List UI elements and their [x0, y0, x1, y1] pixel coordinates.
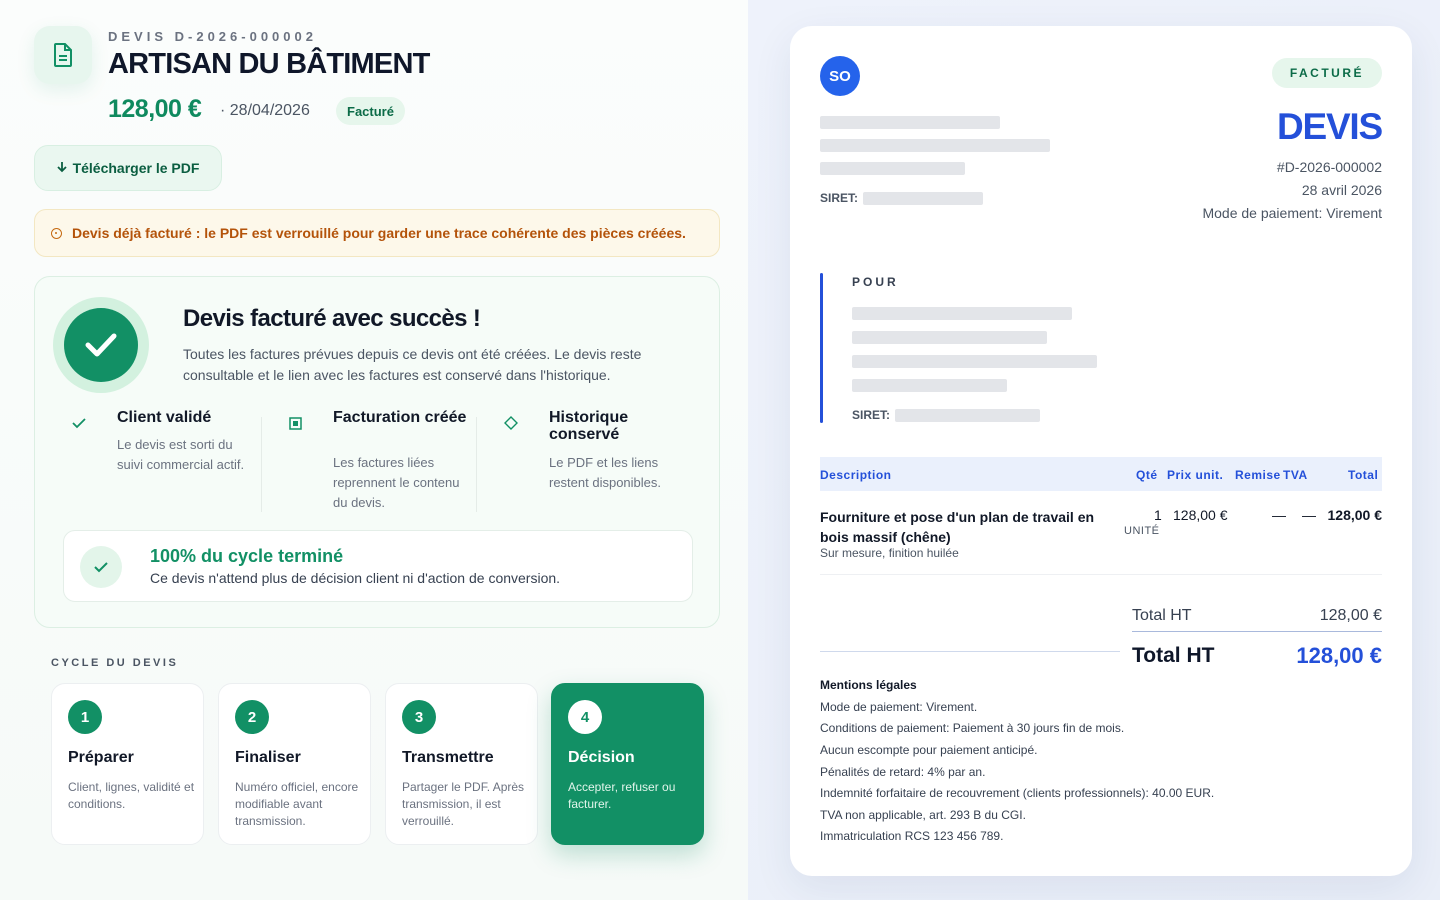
cycle-complete-text: Ce devis n'attend plus de décision clien… — [150, 570, 561, 586]
download-pdf-button[interactable]: Télécharger le PDF — [34, 145, 222, 191]
recipient-siret-label: SIRET: — [852, 408, 891, 422]
success-card: Devis facturé avec succès ! Toutes les f… — [34, 276, 720, 628]
col-total: Total — [1348, 468, 1379, 482]
feature-desc: Le PDF et les liens restent disponibles. — [549, 455, 662, 490]
redacted-line — [852, 355, 1097, 368]
locked-warning-banner: Devis déjà facturé : le PDF est verrouil… — [34, 209, 720, 257]
warning-text: Devis déjà facturé : le PDF est verrouil… — [72, 225, 686, 241]
item-discount: — — [1272, 507, 1286, 523]
legal-line: TVA non applicable, art. 293 B du CGI. — [820, 808, 1026, 822]
step-desc: Client, lignes, validité et conditions. — [68, 780, 195, 811]
redacted-line — [820, 162, 965, 175]
legal-line: Immatriculation RCS 123 456 789. — [820, 829, 1004, 843]
download-pdf-label: Télécharger le PDF — [72, 160, 200, 176]
cycle-section-label: CYCLE DU DEVIS — [51, 657, 179, 669]
invoice-number: #D-2026-000002 — [1276, 159, 1382, 175]
page-title: ARTISAN DU BÂTIMENT — [108, 48, 430, 80]
table-header: Description Qté Prix unit. Remise TVA To… — [820, 457, 1382, 491]
step-desc: Partager le PDF. Après transmission, il … — [402, 780, 525, 828]
cycle-complete-title: 100% du cycle terminé — [150, 546, 344, 566]
redacted-line — [852, 379, 1007, 392]
success-text: Toutes les factures prévues depuis ce de… — [183, 346, 642, 383]
redacted-siret — [895, 409, 1040, 422]
redacted-siret — [863, 192, 983, 205]
step-desc: Accepter, refuser ou facturer. — [568, 780, 676, 811]
item-subtitle: Sur mesure, finition huilée — [820, 546, 959, 560]
item-vat: — — [1302, 507, 1316, 523]
step-desc: Numéro officiel, encore modifiable avant… — [235, 780, 359, 828]
col-qty: Qté — [1136, 468, 1158, 482]
arrow-down-icon — [56, 160, 67, 176]
invoice-date: 28 avril 2026 — [1301, 182, 1382, 198]
invoice-payment-mode: Mode de paiement: Virement — [1202, 205, 1382, 221]
check-icon — [80, 546, 122, 588]
step-number: 3 — [402, 700, 436, 734]
issuer-siret-label: SIRET: — [820, 191, 859, 205]
redacted-line — [852, 307, 1072, 320]
quote-reference: DEVIS D-2026-000002 — [108, 29, 317, 44]
subtotal-value: 128,00 € — [1319, 607, 1382, 624]
redacted-line — [820, 139, 1050, 152]
item-description: Fourniture et pose d'un plan de travail … — [820, 509, 1095, 545]
redacted-line — [852, 331, 1047, 344]
item-unit-price: 128,00 € — [1173, 507, 1228, 523]
total-label: Total HT — [1132, 644, 1215, 667]
cycle-complete-box: 100% du cycle terminé Ce devis n'attend … — [63, 530, 693, 602]
status-badge: Facturé — [336, 97, 405, 125]
legal-line: Aucun escompte pour paiement anticipé. — [820, 743, 1038, 757]
recipient-accent-bar — [820, 273, 823, 423]
item-unit: UNITÉ — [1124, 525, 1160, 537]
legal-line: Indemnité forfaitaire de recouvrement (c… — [820, 786, 1215, 800]
col-discount: Remise — [1235, 468, 1281, 482]
step-title: Préparer — [68, 749, 134, 766]
step-title: Transmettre — [402, 749, 494, 766]
step-number: 4 — [568, 700, 602, 734]
feature-title: Historique conservé — [549, 409, 629, 443]
info-circle-icon — [51, 227, 62, 239]
step-number: 2 — [235, 700, 269, 734]
feature-desc: Le devis est sorti du suivi commercial a… — [117, 437, 245, 472]
item-qty: 1 — [1154, 507, 1162, 523]
quote-detail-panel: DEVIS D-2026-000002 ARTISAN DU BÂTIMENT … — [0, 0, 748, 900]
step-number: 1 — [68, 700, 102, 734]
redacted-line — [820, 116, 1000, 129]
legal-line: Conditions de paiement: Paiement à 30 jo… — [820, 721, 1125, 735]
diamond-icon — [501, 413, 521, 433]
feature-title: Facturation créée — [333, 409, 467, 426]
success-title: Devis facturé avec succès ! — [183, 305, 481, 332]
step-title: Finaliser — [235, 749, 301, 766]
cycle-step-prepare: 1 Préparer Client, lignes, validité et c… — [51, 683, 204, 845]
item-total: 128,00 € — [1327, 507, 1383, 523]
document-icon — [34, 26, 92, 84]
total-value: 128,00 € — [1296, 643, 1382, 668]
success-check-icon — [53, 297, 149, 393]
quote-date: · 28/04/2026 — [220, 102, 310, 119]
legal-line: Mode de paiement: Virement. — [820, 700, 978, 714]
feature-title: Client validé — [117, 409, 212, 426]
feature-desc: Les factures liées reprennent le contenu… — [333, 455, 460, 510]
step-title: Décision — [568, 749, 635, 766]
cycle-step-finalize: 2 Finaliser Numéro officiel, encore modi… — [218, 683, 371, 845]
cycle-step-decision: 4 Décision Accepter, refuser ou facturer… — [551, 683, 704, 845]
col-description: Description — [820, 468, 892, 482]
cycle-step-transmit: 3 Transmettre Partager le PDF. Après tra… — [385, 683, 538, 845]
quote-amount: 128,00 € — [108, 95, 202, 123]
col-vat: TVA — [1283, 468, 1308, 482]
legal-line: Pénalités de retard: 4% par an. — [820, 765, 986, 779]
col-unit-price: Prix unit. — [1167, 468, 1224, 482]
company-avatar: SO — [820, 56, 860, 96]
subtotal-label: Total HT — [1132, 607, 1192, 624]
check-icon — [69, 413, 89, 433]
invoice-status-badge: FACTURÉ — [1271, 58, 1382, 88]
invoice-title: DEVIS — [1276, 106, 1383, 147]
square-icon — [285, 413, 305, 433]
legal-title: Mentions légales — [820, 678, 917, 692]
recipient-label: POUR — [852, 275, 899, 289]
invoice-document: SO SIRET: FACTURÉ DEVIS #D-2026-000002 2… — [790, 26, 1412, 876]
